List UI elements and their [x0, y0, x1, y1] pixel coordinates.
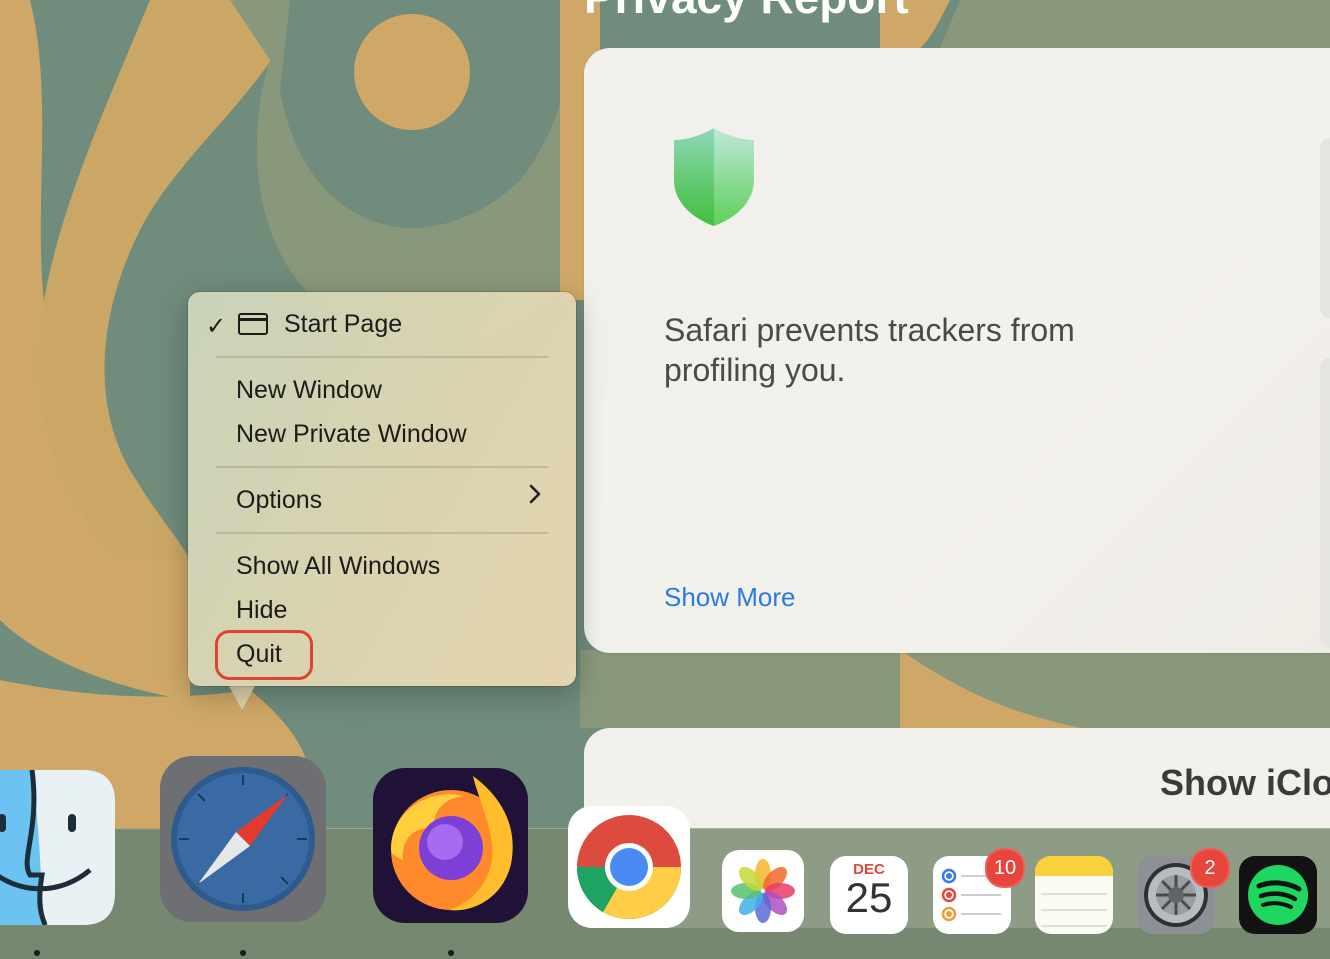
firefox-running-indicator — [448, 950, 454, 956]
checkmark-icon: ✓ — [206, 313, 227, 340]
next-card-edge — [1320, 358, 1330, 648]
menu-pointer — [228, 684, 256, 710]
menu-separator — [216, 356, 548, 358]
next-card-edge — [1320, 138, 1330, 318]
menu-item-new-private-window[interactable]: New Private Window — [236, 420, 467, 449]
page-title: Privacy Report — [584, 0, 909, 24]
notes-icon[interactable] — [1035, 856, 1113, 939]
spotify-icon[interactable] — [1239, 856, 1317, 939]
menu-item-options[interactable]: Options — [236, 486, 322, 515]
safari-dock-menu: ✓ Start Page New Window New Private Wind… — [188, 292, 576, 686]
chevron-right-icon — [528, 484, 542, 509]
firefox-icon[interactable] — [373, 768, 528, 928]
calendar-day: 25 — [845, 874, 893, 921]
show-more-link[interactable]: Show More — [664, 582, 796, 613]
menu-separator — [216, 532, 548, 534]
menu-item-quit[interactable]: Quit — [236, 640, 282, 669]
finder-icon[interactable] — [0, 769, 115, 930]
window-icon — [238, 313, 268, 335]
icloud-card-title: Show iClo — [1160, 762, 1330, 803]
menu-item-new-window[interactable]: New Window — [236, 376, 382, 405]
privacy-report-card: Safari prevents trackers from profiling … — [584, 48, 1330, 653]
finder-running-indicator — [34, 950, 40, 956]
photos-icon[interactable] — [722, 850, 804, 937]
reminders-badge: 10 — [985, 848, 1025, 888]
shield-icon — [672, 126, 756, 233]
chrome-icon[interactable] — [568, 806, 690, 933]
privacy-description: Safari prevents trackers from profiling … — [664, 312, 1075, 388]
menu-item-show-all-windows[interactable]: Show All Windows — [236, 552, 440, 581]
settings-badge: 2 — [1190, 848, 1230, 888]
menu-item-hide[interactable]: Hide — [236, 596, 287, 625]
safari-icon[interactable] — [160, 756, 326, 927]
menu-separator — [216, 466, 548, 468]
calendar-icon[interactable]: DEC 25 — [830, 856, 908, 934]
safari-running-indicator — [240, 950, 246, 956]
menu-item-start-page[interactable]: Start Page — [284, 310, 402, 339]
